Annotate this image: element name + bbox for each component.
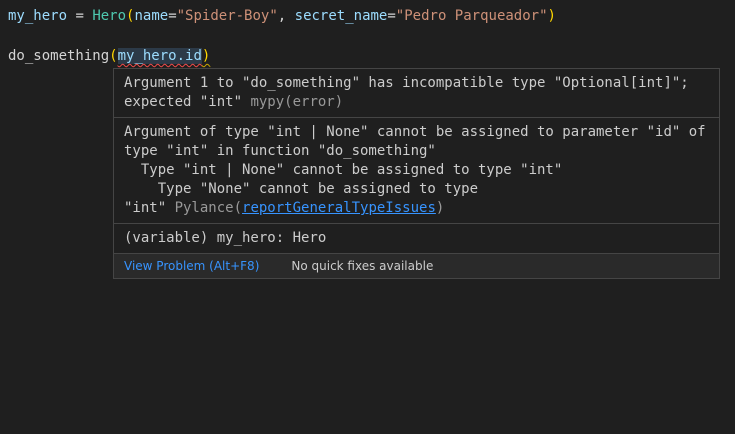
code-token-error-highlight[interactable]: my_hero.id <box>118 48 202 64</box>
code-line[interactable]: do_something(my_hero.id) <box>8 46 556 66</box>
diagnostic-text: Type "int | None" cannot be assigned to … <box>124 162 562 178</box>
tooltip-text-line: expected "int" mypy(error) <box>124 93 709 112</box>
code-token[interactable]: do_something <box>8 48 109 64</box>
pylance-rule-link[interactable]: reportGeneralTypeIssues <box>242 200 436 216</box>
code-token-warning-squiggle[interactable]: ) <box>202 48 210 64</box>
tooltip-text-line: Type "int | None" cannot be assigned to … <box>124 161 709 180</box>
code-token[interactable]: ( <box>109 48 117 64</box>
code-token[interactable]: = <box>387 8 395 24</box>
diagnostic-source-label: ) <box>436 200 444 216</box>
tooltip-text-line: Argument of type "int | None" cannot be … <box>124 123 709 142</box>
diagnostic-text: "int" <box>124 200 175 216</box>
variable-info: (variable) my_hero: Hero <box>114 224 719 254</box>
diagnostic-text: (variable) my_hero: Hero <box>124 230 326 246</box>
diagnostic-source-label: mypy(error) <box>250 94 343 110</box>
tooltip-text-line: type "int" in function "do_something" <box>124 142 709 161</box>
diagnostic-text: Argument of type "int | None" cannot be … <box>124 124 706 140</box>
code-token[interactable]: ) <box>548 8 556 24</box>
diagnostic-pylance: Argument of type "int | None" cannot be … <box>114 118 719 224</box>
tooltip-text-line: "int" Pylance(reportGeneralTypeIssues) <box>124 199 709 218</box>
code-token[interactable]: name <box>134 8 168 24</box>
code-token[interactable]: = <box>168 8 176 24</box>
code-token[interactable]: , <box>278 8 295 24</box>
tooltip-text-line: Type "None" cannot be assigned to type <box>124 180 709 199</box>
code-editor[interactable]: my_hero = Hero(name="Spider-Boy", secret… <box>8 6 556 66</box>
code-token[interactable]: "Spider-Boy" <box>177 8 278 24</box>
diagnostic-text: type "int" in function "do_something" <box>124 143 436 159</box>
code-token[interactable]: Hero <box>92 8 126 24</box>
code-token[interactable]: secret_name <box>295 8 388 24</box>
code-line[interactable] <box>8 26 556 46</box>
tooltip-text-line: (variable) my_hero: Hero <box>124 229 709 248</box>
view-problem-link[interactable]: View Problem (Alt+F8) <box>124 259 259 273</box>
diagnostic-source-label: Pylance( <box>175 200 242 216</box>
no-quick-fixes-label: No quick fixes available <box>291 259 433 273</box>
code-token[interactable]: = <box>67 8 92 24</box>
diagnostic-text: Type "None" cannot be assigned to type <box>124 181 478 197</box>
hover-tooltip: Argument 1 to "do_something" has incompa… <box>113 68 720 279</box>
code-line[interactable]: my_hero = Hero(name="Spider-Boy", secret… <box>8 6 556 26</box>
diagnostic-text: Argument 1 to "do_something" has incompa… <box>124 75 689 91</box>
code-token[interactable]: my_hero <box>8 8 67 24</box>
code-token[interactable]: "Pedro Parqueador" <box>396 8 548 24</box>
tooltip-status-bar: View Problem (Alt+F8) No quick fixes ava… <box>114 254 719 278</box>
diagnostic-text: expected "int" <box>124 94 250 110</box>
tooltip-text-line: Argument 1 to "do_something" has incompa… <box>124 74 709 93</box>
diagnostic-mypy: Argument 1 to "do_something" has incompa… <box>114 69 719 118</box>
